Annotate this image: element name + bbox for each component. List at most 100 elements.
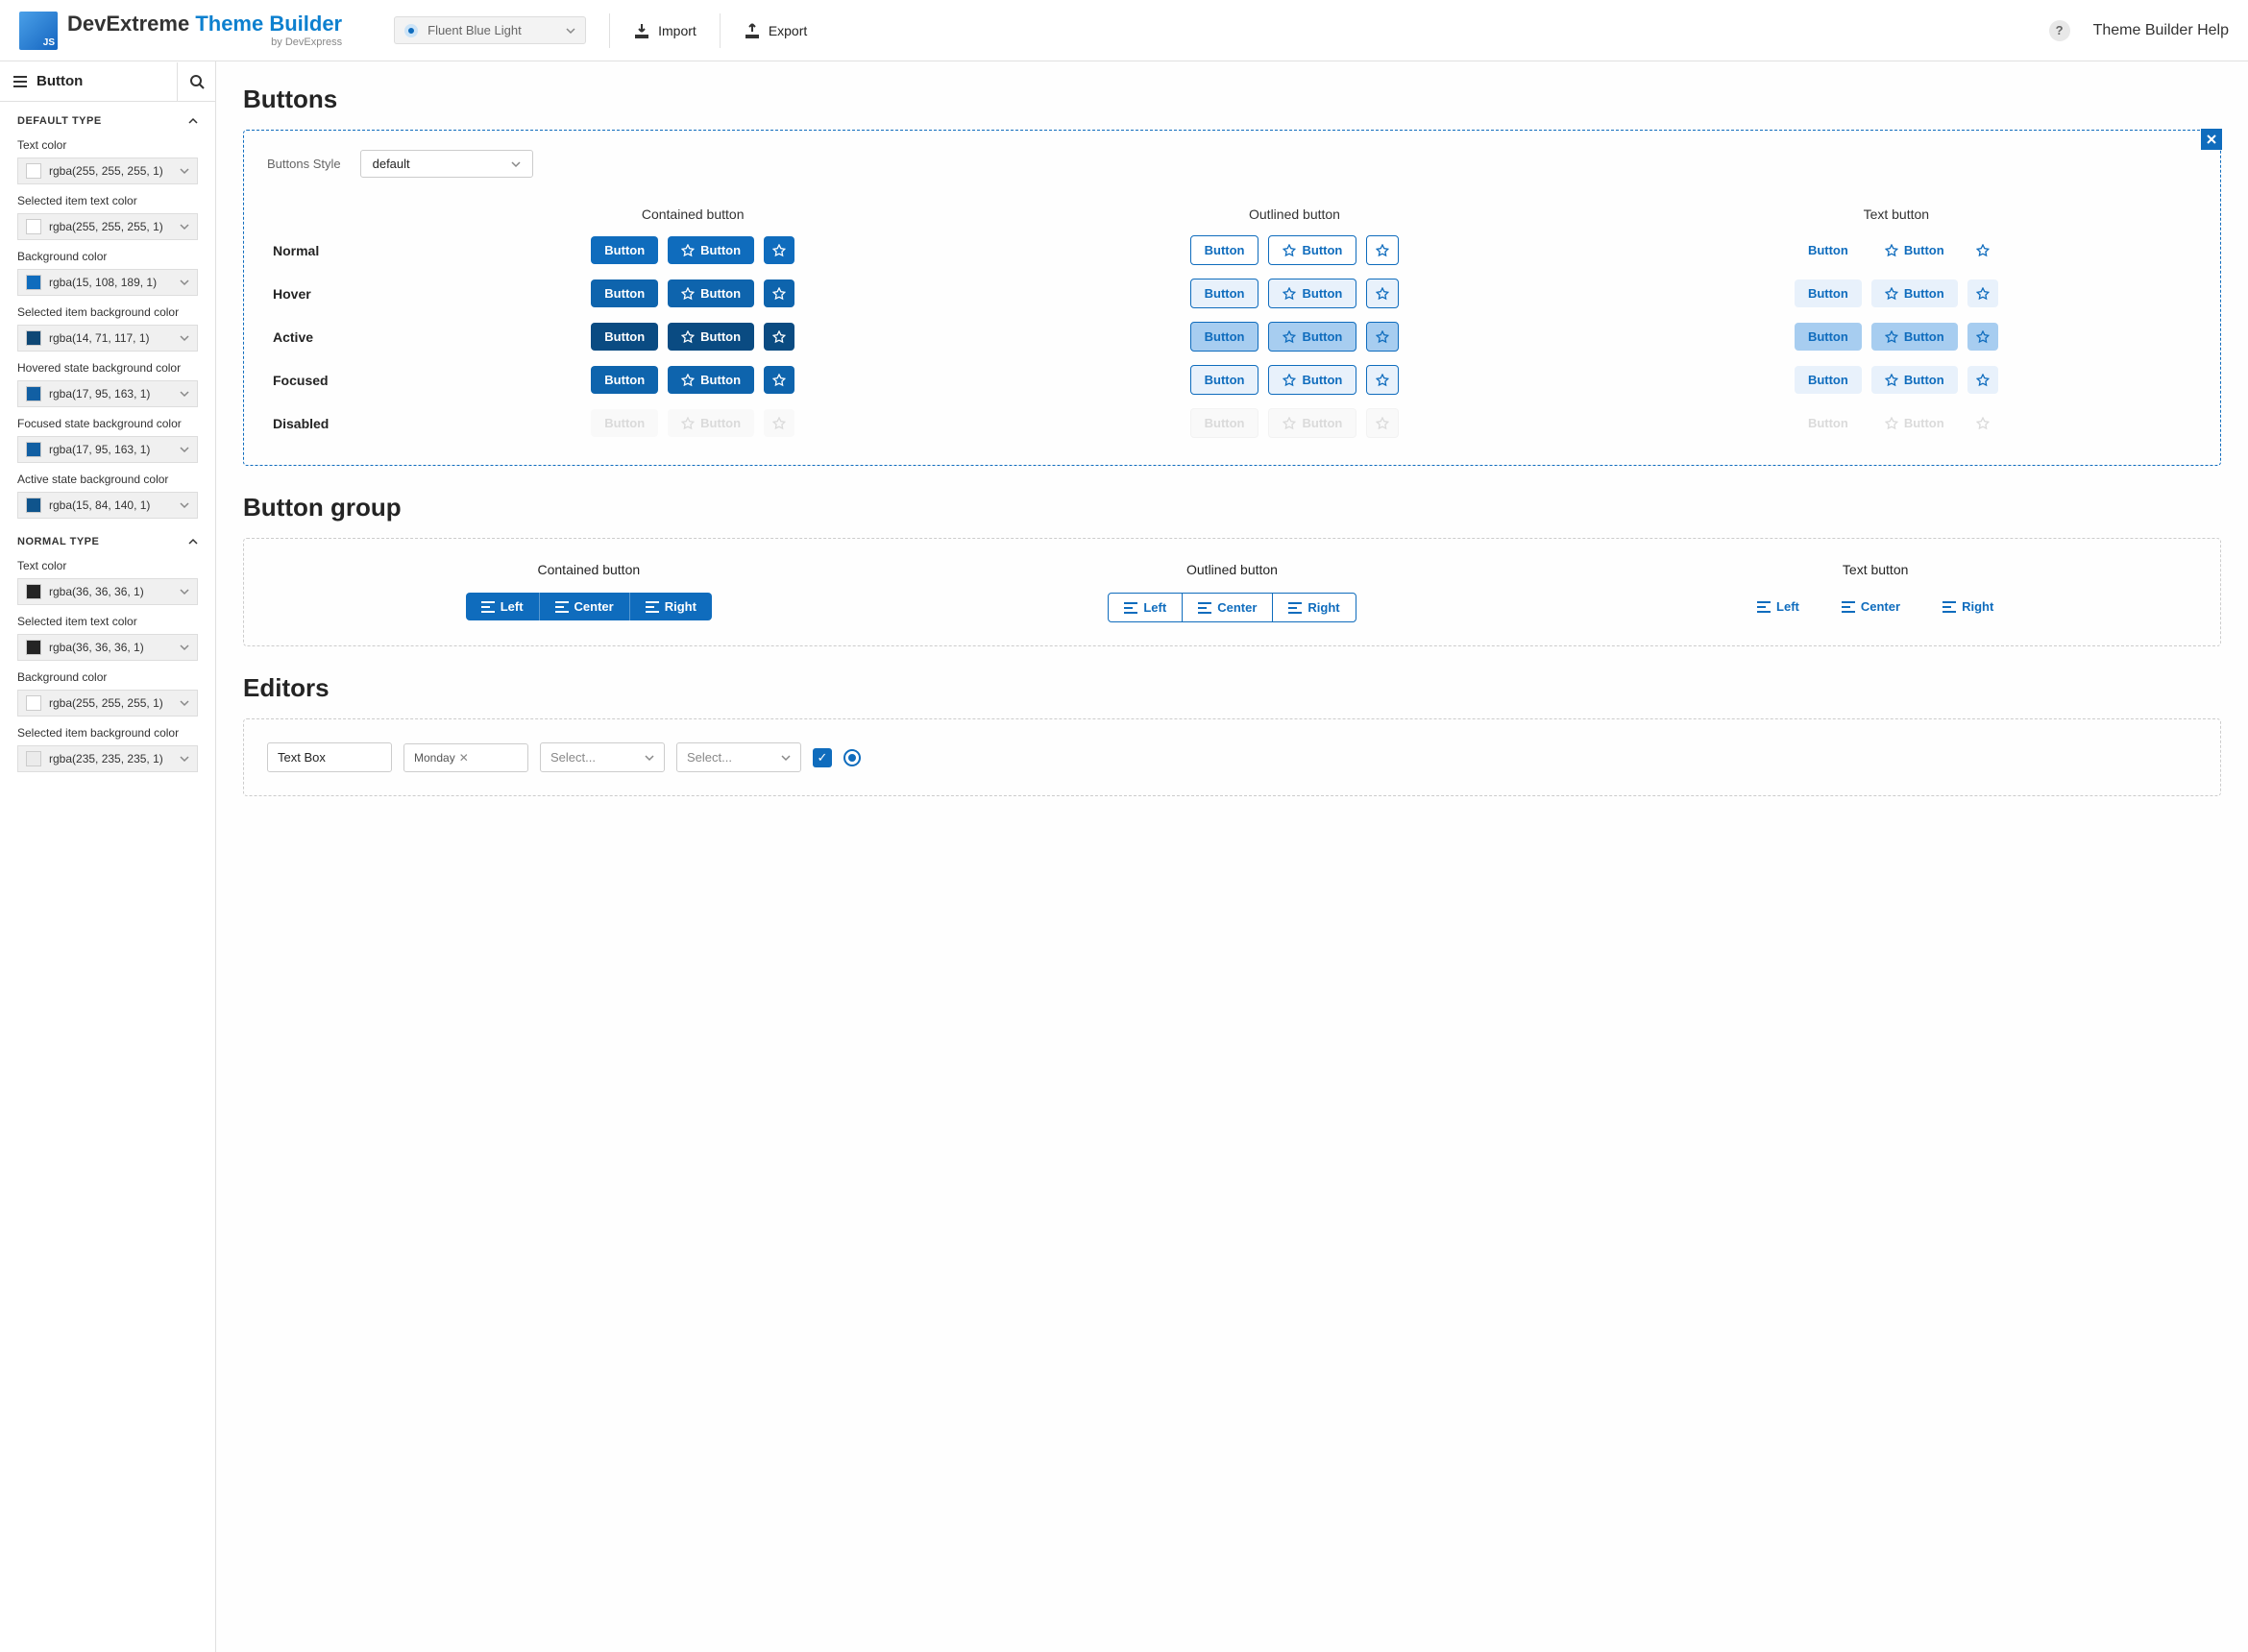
icon-button[interactable] — [764, 279, 794, 307]
button-with-icon[interactable]: Button — [668, 236, 754, 264]
column-header: Text button — [1553, 562, 2197, 577]
button-with-icon[interactable]: Button — [668, 366, 754, 394]
color-picker[interactable]: rgba(17, 95, 163, 1) — [17, 436, 198, 463]
group-button-center[interactable]: Center — [1182, 593, 1273, 622]
color-picker[interactable]: rgba(235, 235, 235, 1) — [17, 745, 198, 772]
button[interactable]: Button — [1190, 322, 1259, 352]
menu-icon[interactable] — [13, 76, 27, 87]
star-icon — [1976, 417, 1990, 430]
button-with-icon[interactable]: Button — [1268, 322, 1356, 352]
color-picker[interactable]: rgba(15, 108, 189, 1) — [17, 269, 198, 296]
icon-button[interactable] — [1967, 279, 1998, 307]
select-2[interactable]: Select... — [676, 742, 801, 772]
textbox-input[interactable]: Text Box — [267, 742, 392, 772]
tag-remove-icon[interactable]: ✕ — [459, 751, 469, 765]
button[interactable]: Button — [1795, 366, 1862, 394]
button[interactable]: Button — [1190, 408, 1259, 438]
icon-button[interactable] — [1366, 322, 1399, 352]
close-button[interactable] — [2201, 129, 2222, 150]
button[interactable]: Button — [1795, 279, 1862, 307]
button-with-icon[interactable]: Button — [668, 279, 754, 307]
button[interactable]: Button — [1190, 279, 1259, 308]
group-button-right[interactable]: Right — [630, 593, 712, 620]
color-picker[interactable]: rgba(255, 255, 255, 1) — [17, 213, 198, 240]
sidebar-title: Button — [0, 61, 177, 101]
import-button[interactable]: Import — [633, 22, 696, 39]
button-with-icon[interactable]: Button — [1871, 236, 1958, 264]
button-with-icon[interactable]: Button — [1871, 279, 1958, 307]
section-header[interactable]: DEFAULT TYPE — [17, 115, 198, 127]
button[interactable]: Button — [1190, 365, 1259, 395]
button[interactable]: Button — [591, 236, 658, 264]
color-picker[interactable]: rgba(14, 71, 117, 1) — [17, 325, 198, 352]
select-1[interactable]: Select... — [540, 742, 665, 772]
help-link[interactable]: Theme Builder Help — [2093, 22, 2229, 39]
group-button-center[interactable]: Center — [540, 593, 630, 620]
color-picker[interactable]: rgba(15, 84, 140, 1) — [17, 492, 198, 519]
button-with-icon[interactable]: Button — [1268, 365, 1356, 395]
editors-heading: Editors — [243, 673, 2221, 703]
icon-button[interactable] — [764, 323, 794, 351]
button[interactable]: Button — [591, 366, 658, 394]
button[interactable]: Button — [591, 409, 658, 437]
button[interactable]: Button — [1795, 409, 1862, 437]
color-swatch — [26, 640, 41, 655]
radio-button[interactable] — [843, 749, 861, 766]
product-by: by DevExpress — [67, 36, 342, 48]
group-button-left[interactable]: Left — [1742, 593, 1815, 620]
group-button-left[interactable]: Left — [1108, 593, 1183, 622]
button-with-icon[interactable]: Button — [1871, 409, 1958, 437]
button-with-icon[interactable]: Button — [1268, 279, 1356, 308]
icon-button[interactable] — [1967, 236, 1998, 264]
align-icon — [1124, 602, 1137, 614]
icon-button[interactable] — [1967, 323, 1998, 351]
button[interactable]: Button — [1795, 323, 1862, 351]
icon-button[interactable] — [1366, 235, 1399, 265]
color-picker[interactable]: rgba(36, 36, 36, 1) — [17, 634, 198, 661]
icon-button[interactable] — [1366, 365, 1399, 395]
color-picker[interactable]: rgba(255, 255, 255, 1) — [17, 158, 198, 184]
section-header[interactable]: NORMAL TYPE — [17, 536, 198, 547]
editors-panel: Text Box Monday ✕ Select... Select... ✓ — [243, 718, 2221, 796]
color-picker[interactable]: rgba(255, 255, 255, 1) — [17, 690, 198, 717]
group-button-left[interactable]: Left — [466, 593, 540, 620]
help-icon[interactable]: ? — [2049, 20, 2070, 41]
star-icon — [1283, 287, 1296, 301]
icon-button[interactable] — [764, 236, 794, 264]
checkbox[interactable]: ✓ — [813, 748, 832, 767]
icon-button[interactable] — [1366, 408, 1399, 438]
chevron-down-icon — [781, 753, 791, 763]
color-picker[interactable]: rgba(17, 95, 163, 1) — [17, 380, 198, 407]
color-picker[interactable]: rgba(36, 36, 36, 1) — [17, 578, 198, 605]
icon-button[interactable] — [1967, 409, 1998, 437]
tagbox-input[interactable]: Monday ✕ — [403, 743, 528, 772]
icon-button[interactable] — [1366, 279, 1399, 308]
icon-button[interactable] — [764, 366, 794, 394]
align-icon — [1198, 602, 1211, 614]
icon-button[interactable] — [1967, 366, 1998, 394]
tag-monday[interactable]: Monday ✕ — [414, 751, 469, 765]
button-with-icon[interactable]: Button — [1871, 366, 1958, 394]
divider — [720, 13, 721, 48]
group-button-center[interactable]: Center — [1826, 593, 1916, 620]
group-button-right[interactable]: Right — [1927, 593, 2009, 620]
button[interactable]: Button — [1190, 235, 1259, 265]
button-with-icon[interactable]: Button — [1268, 235, 1356, 265]
buttons-style-select[interactable]: default — [360, 150, 533, 178]
star-icon — [1976, 374, 1990, 387]
button[interactable]: Button — [591, 279, 658, 307]
prop-label: Selected item text color — [17, 194, 198, 207]
group-button-right[interactable]: Right — [1272, 593, 1356, 622]
button[interactable]: Button — [591, 323, 658, 351]
prop-label: Active state background color — [17, 473, 198, 486]
button-with-icon[interactable]: Button — [668, 323, 754, 351]
button-with-icon[interactable]: Button — [1871, 323, 1958, 351]
search-button[interactable] — [177, 62, 215, 101]
color-value: rgba(235, 235, 235, 1) — [49, 752, 172, 765]
button-with-icon[interactable]: Button — [1268, 408, 1356, 438]
export-button[interactable]: Export — [744, 22, 807, 39]
button-with-icon[interactable]: Button — [668, 409, 754, 437]
button[interactable]: Button — [1795, 236, 1862, 264]
icon-button[interactable] — [764, 409, 794, 437]
theme-select[interactable]: Fluent Blue Light — [394, 16, 586, 44]
